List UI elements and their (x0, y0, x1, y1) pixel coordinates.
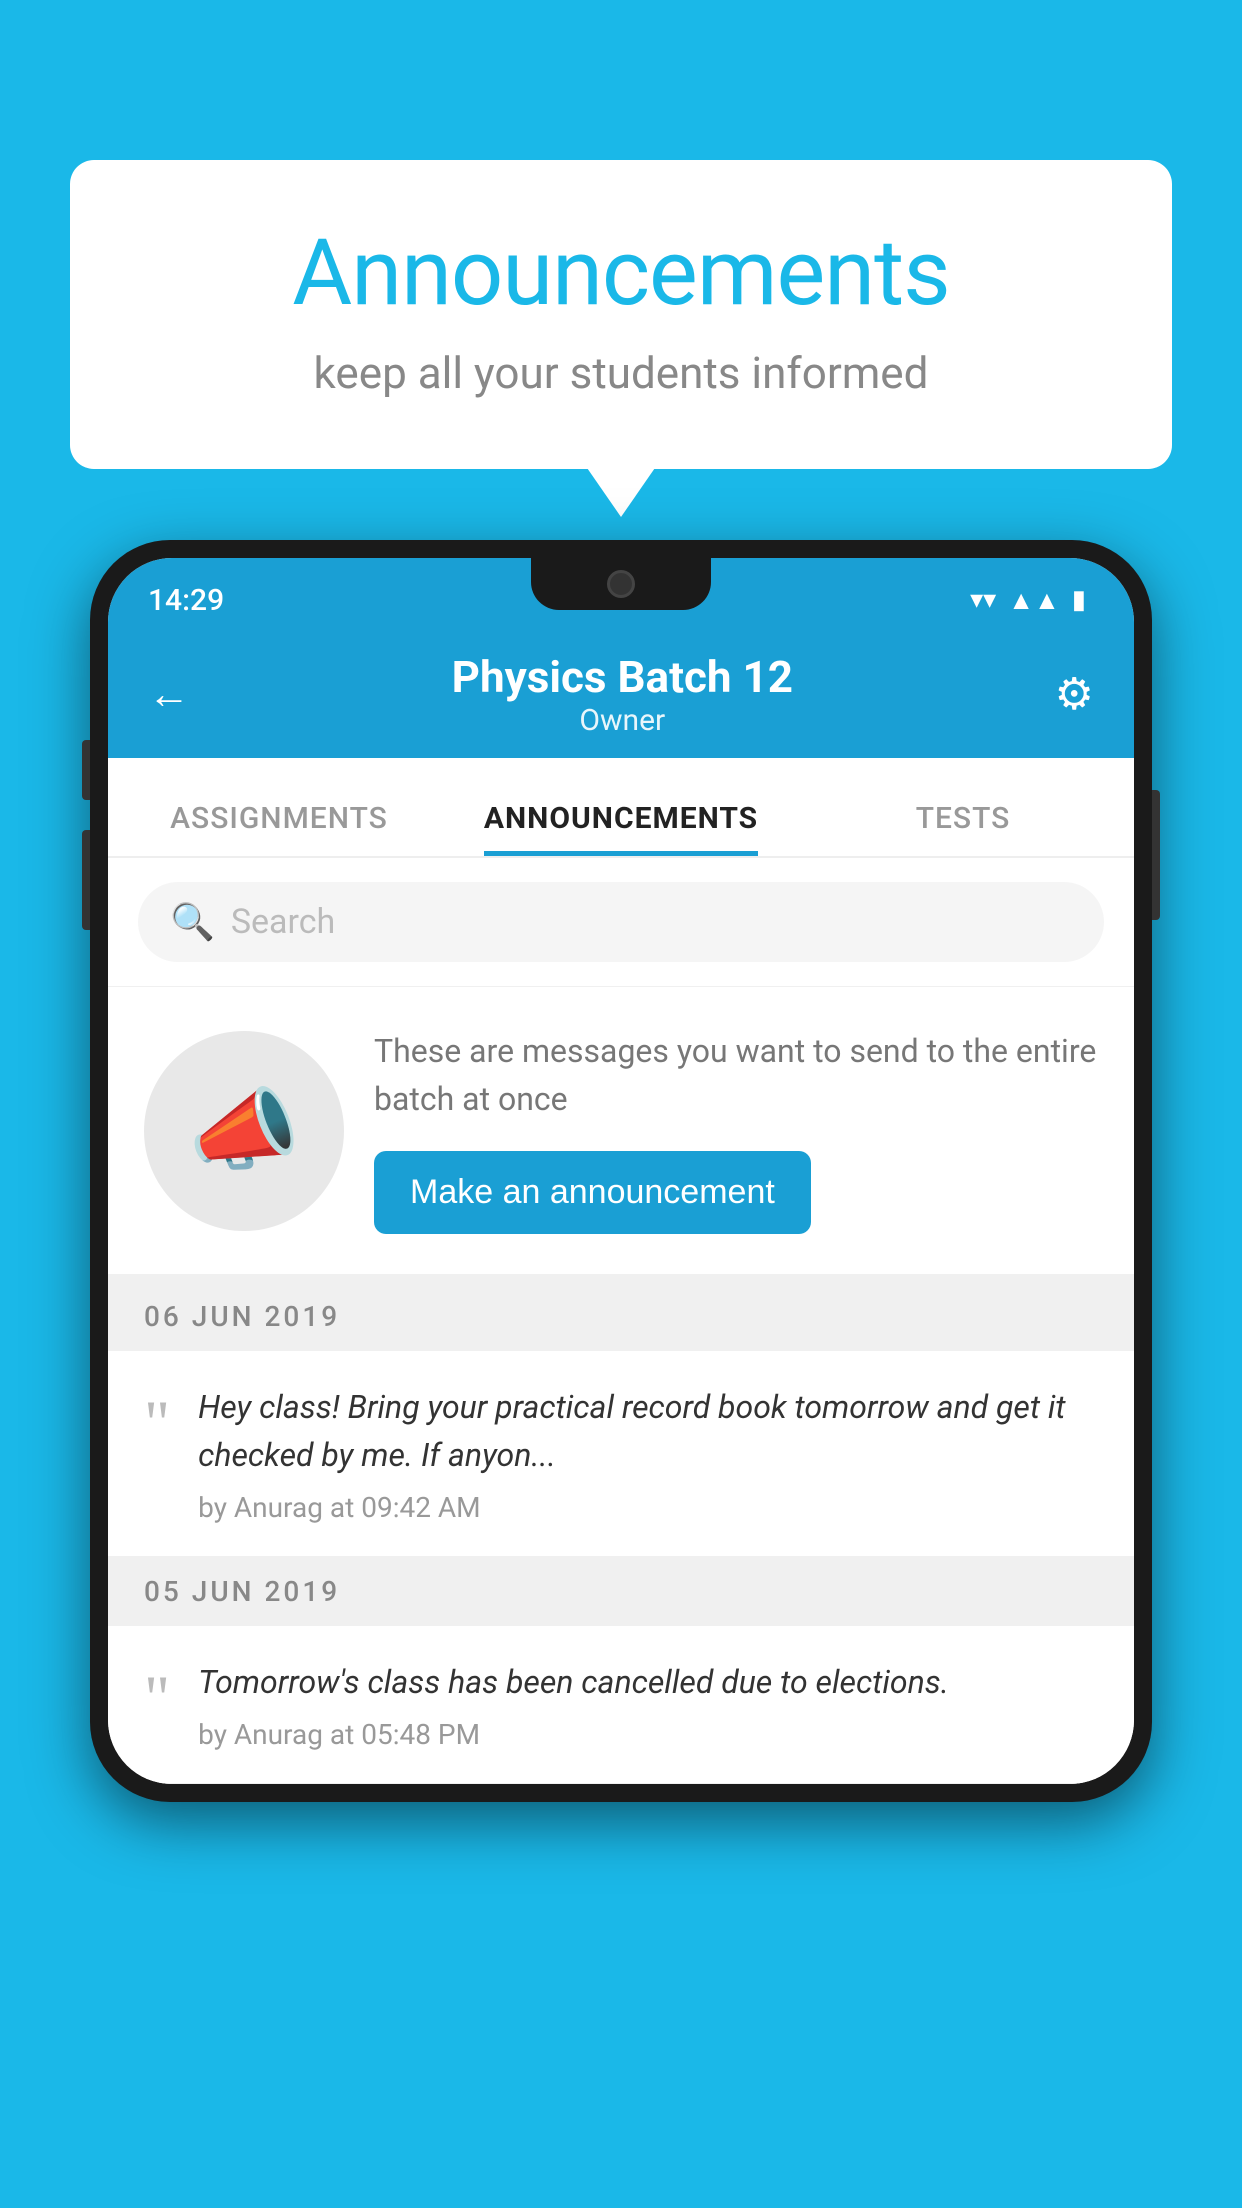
app-header: ← Physics Batch 12 Owner ⚙ (108, 630, 1134, 758)
bubble-title: Announcements (150, 220, 1092, 327)
megaphone-icon: 📣 (188, 1078, 300, 1183)
date-separator-2: 05 JUN 2019 (108, 1557, 1134, 1626)
header-subtitle: Owner (190, 703, 1055, 738)
quote-icon-2: " (144, 1666, 170, 1730)
settings-icon[interactable]: ⚙ (1055, 668, 1094, 720)
tabs-bar: ASSIGNMENTS ANNOUNCEMENTS TESTS (108, 758, 1134, 858)
promo-content: These are messages you want to send to t… (374, 1027, 1098, 1234)
status-time: 14:29 (148, 583, 224, 618)
make-announcement-button[interactable]: Make an announcement (374, 1151, 811, 1234)
phone-camera (607, 570, 635, 598)
announcement-item-2[interactable]: " Tomorrow's class has been cancelled du… (108, 1626, 1134, 1784)
search-container: 🔍 Search (108, 858, 1134, 987)
status-icons: ▾▾ ▲▲ ▮ (970, 585, 1086, 616)
announcement-meta-1: by Anurag at 09:42 AM (198, 1491, 1098, 1524)
announcement-text-2: Tomorrow's class has been cancelled due … (198, 1658, 1098, 1706)
header-center: Physics Batch 12 Owner (190, 651, 1055, 738)
bubble-subtitle: keep all your students informed (150, 347, 1092, 399)
promo-card: 📣 These are messages you want to send to… (108, 987, 1134, 1282)
search-placeholder: Search (231, 902, 335, 942)
side-btn-power (1152, 790, 1160, 920)
search-icon: 🔍 (170, 901, 215, 943)
date-separator-1: 06 JUN 2019 (108, 1282, 1134, 1351)
wifi-icon: ▾▾ (970, 585, 996, 615)
phone-outer: 14:29 ▾▾ ▲▲ ▮ ← Physics Batch 12 Owner ⚙ (90, 540, 1152, 1802)
speech-bubble: Announcements keep all your students inf… (70, 160, 1172, 469)
side-btn-volume-up (82, 740, 90, 800)
megaphone-icon-circle: 📣 (144, 1031, 344, 1231)
side-btn-volume-down (82, 830, 90, 930)
tab-assignments[interactable]: ASSIGNMENTS (108, 801, 450, 856)
phone-notch (531, 558, 711, 610)
search-box[interactable]: 🔍 Search (138, 882, 1104, 962)
back-button[interactable]: ← (148, 670, 190, 719)
quote-icon-1: " (144, 1391, 170, 1455)
phone-wrapper: 14:29 ▾▾ ▲▲ ▮ ← Physics Batch 12 Owner ⚙ (90, 540, 1152, 2208)
announcement-content-2: Tomorrow's class has been cancelled due … (198, 1658, 1098, 1751)
header-title: Physics Batch 12 (190, 651, 1055, 703)
announcement-meta-2: by Anurag at 05:48 PM (198, 1718, 1098, 1751)
announcement-text-1: Hey class! Bring your practical record b… (198, 1383, 1098, 1479)
battery-icon: ▮ (1072, 585, 1086, 615)
phone-screen: 14:29 ▾▾ ▲▲ ▮ ← Physics Batch 12 Owner ⚙ (108, 558, 1134, 1784)
tab-announcements[interactable]: ANNOUNCEMENTS (450, 801, 792, 856)
announcement-item-1[interactable]: " Hey class! Bring your practical record… (108, 1351, 1134, 1557)
signal-icon: ▲▲ (1008, 585, 1059, 616)
promo-description: These are messages you want to send to t… (374, 1027, 1098, 1123)
announcement-content-1: Hey class! Bring your practical record b… (198, 1383, 1098, 1524)
tab-tests[interactable]: TESTS (792, 801, 1134, 856)
